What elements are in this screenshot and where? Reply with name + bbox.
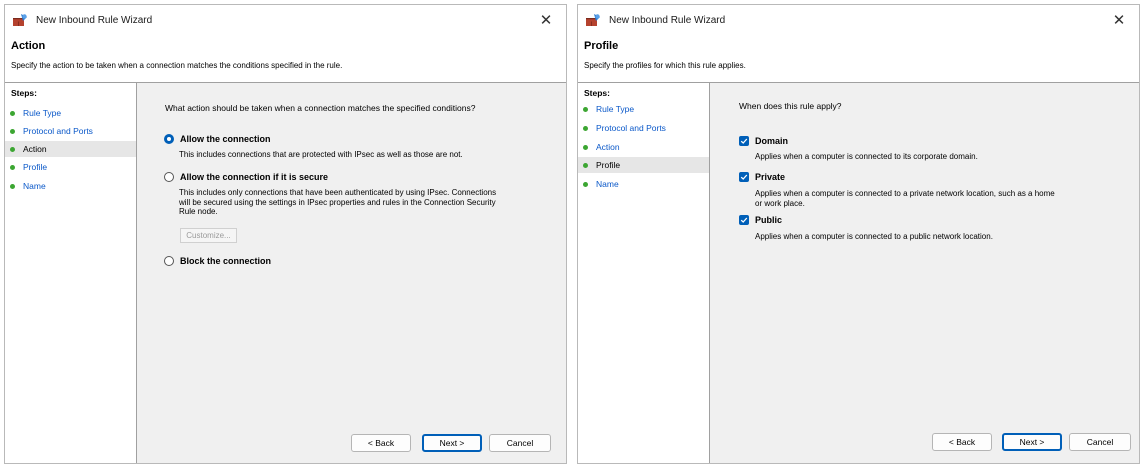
- domain-checkbox[interactable]: Domain: [739, 136, 788, 146]
- title-bar[interactable]: New Inbound Rule Wizard ✕: [578, 5, 1139, 35]
- window-title: New Inbound Rule Wizard: [36, 14, 153, 26]
- step-rule-type[interactable]: Rule Type: [578, 101, 709, 117]
- green-dot-icon: [583, 125, 588, 131]
- page-subtitle: Specify the profiles for which this rule…: [584, 61, 746, 70]
- checkmark-icon: [739, 215, 749, 225]
- action-question: What action should be taken when a conne…: [165, 103, 476, 113]
- allow-if-secure-description: This includes only connections that have…: [179, 188, 496, 217]
- public-checkbox[interactable]: Public: [739, 215, 782, 225]
- green-dot-icon: [10, 183, 15, 189]
- green-dot-icon: [10, 146, 15, 152]
- next-button[interactable]: Next >: [1002, 433, 1062, 451]
- close-button[interactable]: ✕: [1099, 5, 1139, 35]
- description-line: or work place.: [755, 198, 805, 208]
- step-profile[interactable]: Profile: [578, 157, 709, 173]
- green-dot-icon: [10, 110, 15, 116]
- step-protocol-and-ports[interactable]: Protocol and Ports: [5, 123, 136, 139]
- step-rule-type[interactable]: Rule Type: [5, 105, 136, 121]
- firewall-wizard-icon: [13, 14, 27, 26]
- step-name[interactable]: Name: [578, 176, 709, 192]
- option-title: Block the connection: [180, 256, 272, 266]
- step-profile[interactable]: Profile: [5, 159, 136, 175]
- step-label: Profile: [23, 162, 48, 172]
- allow-connection-description: This includes connections that are prote…: [179, 150, 463, 159]
- option-title: Allow the connection: [180, 134, 271, 144]
- green-dot-icon: [583, 144, 588, 150]
- step-action[interactable]: Action: [5, 141, 136, 157]
- step-label: Name: [23, 181, 46, 191]
- step-label: Protocol and Ports: [23, 126, 93, 136]
- step-label: Profile: [596, 160, 621, 170]
- profile-title: Private: [755, 172, 786, 182]
- page-subtitle: Specify the action to be taken when a co…: [11, 61, 343, 70]
- step-protocol-and-ports[interactable]: Protocol and Ports: [578, 120, 709, 136]
- steps-panel: Steps: Rule Type Protocol and Ports Acti…: [578, 83, 710, 463]
- radio-icon: [164, 256, 174, 266]
- step-label: Name: [596, 179, 619, 189]
- allow-if-secure-radio[interactable]: Allow the connection if it is secure: [164, 172, 328, 182]
- window-title: New Inbound Rule Wizard: [609, 14, 726, 26]
- block-connection-radio[interactable]: Block the connection: [164, 256, 271, 266]
- close-icon: ✕: [1112, 11, 1126, 29]
- profile-title: Public: [755, 215, 783, 225]
- firewall-wizard-icon: [586, 14, 600, 26]
- green-dot-icon: [10, 164, 15, 170]
- next-button[interactable]: Next >: [422, 434, 482, 452]
- wizard-window-profile: New Inbound Rule Wizard ✕ Profile Specif…: [577, 4, 1140, 464]
- profile-title: Domain: [755, 136, 789, 146]
- title-bar[interactable]: New Inbound Rule Wizard ✕: [5, 5, 566, 35]
- back-button[interactable]: < Back: [932, 433, 992, 451]
- description-line: will be secured using the settings in IP…: [179, 197, 496, 207]
- green-dot-icon: [583, 106, 588, 112]
- green-dot-icon: [583, 162, 588, 168]
- radio-icon: [164, 172, 174, 182]
- allow-connection-radio[interactable]: Allow the connection: [164, 134, 271, 144]
- cancel-button[interactable]: Cancel: [1069, 433, 1131, 451]
- close-icon: ✕: [539, 11, 553, 29]
- checkmark-icon: [739, 136, 749, 146]
- step-label: Protocol and Ports: [596, 123, 666, 133]
- page-header: Profile Specify the profiles for which t…: [578, 35, 1139, 83]
- private-checkbox[interactable]: Private: [739, 172, 785, 182]
- description-line: Applies when a computer is connected to …: [755, 232, 993, 241]
- domain-description: Applies when a computer is connected to …: [755, 152, 978, 162]
- page-title: Profile: [584, 40, 619, 52]
- steps-heading: Steps:: [584, 88, 610, 98]
- green-dot-icon: [10, 128, 15, 134]
- customize-button[interactable]: Customize...: [180, 228, 237, 243]
- checkmark-icon: [739, 172, 749, 182]
- wizard-window-action: New Inbound Rule Wizard ✕ Action Specify…: [4, 4, 567, 464]
- description-line: Applies when a computer is connected to …: [755, 152, 978, 161]
- option-title: Allow the connection if it is secure: [180, 172, 329, 182]
- public-description: Applies when a computer is connected to …: [755, 232, 993, 242]
- step-label: Action: [596, 142, 620, 152]
- step-label: Rule Type: [596, 104, 635, 114]
- step-action[interactable]: Action: [578, 139, 709, 155]
- green-dot-icon: [583, 181, 588, 187]
- private-description: Applies when a computer is connected to …: [755, 189, 1055, 208]
- back-button[interactable]: < Back: [351, 434, 411, 452]
- steps-panel: Steps: Rule Type Protocol and Ports Acti…: [5, 83, 137, 463]
- description-line: This includes only connections that have…: [179, 188, 497, 197]
- profile-question: When does this rule apply?: [739, 101, 842, 111]
- cancel-button[interactable]: Cancel: [489, 434, 551, 452]
- description-line: Applies when a computer is connected to …: [755, 189, 1055, 198]
- radio-selected-icon: [164, 134, 174, 144]
- step-label: Rule Type: [23, 108, 62, 118]
- close-button[interactable]: ✕: [526, 5, 566, 35]
- steps-heading: Steps:: [11, 88, 37, 98]
- description-line: Rule node.: [179, 207, 218, 216]
- page-title: Action: [11, 40, 46, 52]
- step-name[interactable]: Name: [5, 178, 136, 194]
- step-label: Action: [23, 144, 47, 154]
- page-header: Action Specify the action to be taken wh…: [5, 35, 566, 83]
